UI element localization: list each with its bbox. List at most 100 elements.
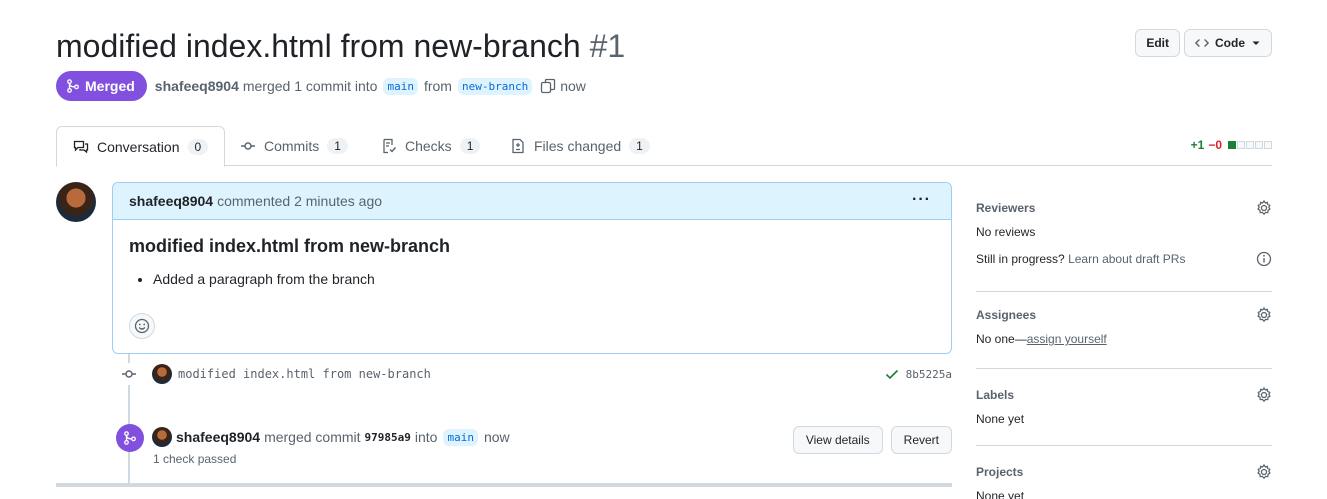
diffstat-blocks: [1228, 141, 1272, 149]
commit-sha[interactable]: 8b5225a: [906, 368, 952, 381]
pr-header: modified index.html from new-branch #1 E…: [56, 26, 1272, 66]
avatar[interactable]: [152, 364, 172, 384]
sidebar-projects: Projects None yet: [976, 446, 1272, 499]
assignees-prefix: No one—: [976, 332, 1027, 346]
comment-meta[interactable]: commented 2 minutes ago: [217, 193, 382, 209]
comment-author[interactable]: shafeeq8904: [129, 193, 213, 209]
checklist-icon: [383, 138, 397, 154]
tab-label: Checks: [405, 138, 452, 154]
merge-sha[interactable]: 97985a9: [365, 431, 411, 444]
kebab-menu-icon[interactable]: ···: [912, 191, 931, 209]
diffstat-deletions: −0: [1208, 138, 1222, 152]
merge-event: shafeeq8904 merged commit 97985a9 into m…: [152, 427, 510, 447]
commit-status: 8b5225a: [884, 366, 952, 382]
meta-action: merged 1 commit into: [242, 78, 378, 94]
sidebar-reviewers: Reviewers No reviews Still in progress? …: [976, 195, 1272, 292]
tab-label: Conversation: [97, 138, 180, 155]
sidebar-section-header: Labels: [976, 382, 1272, 408]
comment-header: shafeeq8904 commented 2 minutes ago: [113, 183, 951, 220]
status-badge: Merged: [56, 71, 147, 101]
code-button[interactable]: Code: [1184, 29, 1272, 57]
meta-time: now: [560, 78, 586, 94]
revert-button[interactable]: Revert: [890, 426, 952, 454]
check-icon[interactable]: [884, 366, 900, 382]
base-branch[interactable]: main: [383, 77, 418, 95]
gear-icon[interactable]: [1256, 200, 1272, 216]
tab-count: 1: [629, 138, 650, 154]
assign-yourself-link[interactable]: assign yourself: [1027, 332, 1107, 346]
timeline-divider: [56, 483, 952, 487]
author-link[interactable]: shafeeq8904: [155, 78, 239, 94]
projects-title: Projects: [976, 465, 1024, 479]
file-diff-icon: [512, 138, 524, 154]
diffstat-additions: +1: [1190, 138, 1205, 152]
diffstat: +1 −0: [1191, 138, 1272, 152]
sidebar-section-header: Assignees: [976, 302, 1272, 328]
gear-icon[interactable]: [1256, 387, 1272, 403]
merge-time: now: [483, 429, 510, 445]
code-button-label: Code: [1215, 36, 1245, 50]
tab-label: Files changed: [534, 138, 622, 154]
assignees-title: Assignees: [976, 308, 1037, 322]
pr-number: #1: [589, 28, 626, 64]
comment-box: shafeeq8904 commented 2 minutes ago ··· …: [112, 182, 952, 354]
sidebar-assignees: Assignees No one—assign yourself: [976, 292, 1272, 369]
pr-title: modified index.html from new-branch #1: [56, 26, 1272, 66]
git-merge-icon: [116, 424, 144, 452]
tab-conversation[interactable]: Conversation 0: [56, 126, 226, 167]
merge-actions: View details Revert: [792, 426, 952, 454]
copy-icon[interactable]: [540, 78, 556, 94]
labels-value: None yet: [976, 412, 1025, 426]
sidebar-section-header: Projects: [976, 459, 1272, 485]
labels-title: Labels: [976, 388, 1015, 402]
meta-from: from: [423, 78, 452, 94]
gear-icon[interactable]: [1256, 307, 1272, 323]
tab-commits[interactable]: Commits 1: [224, 126, 364, 166]
info-icon[interactable]: [1256, 251, 1272, 267]
merge-author[interactable]: shafeeq8904: [176, 429, 260, 445]
smiley-icon: [134, 318, 150, 334]
code-icon: [1195, 39, 1209, 47]
sidebar-section-header: Reviewers: [976, 195, 1272, 221]
header-actions: Edit Code: [1135, 29, 1272, 57]
edit-button[interactable]: Edit: [1135, 29, 1180, 57]
draft-text: Still in progress?: [976, 252, 1065, 266]
reviewers-value: No reviews: [976, 225, 1036, 239]
comment-heading: modified index.html from new-branch: [129, 236, 451, 256]
tab-count: 1: [327, 138, 348, 154]
assignees-value: No one—assign yourself: [976, 332, 1272, 346]
comment-discussion-icon: [73, 140, 89, 153]
pr-tabs: Conversation 0 Commits 1 Checks 1 Files …: [56, 126, 1272, 167]
comment-list: Added a paragraph from the branch: [129, 271, 935, 287]
projects-value: None yet: [976, 489, 1025, 499]
commit-event: modified index.html from new-branch 8b52…: [118, 362, 952, 386]
merge-into: into: [414, 429, 438, 445]
avatar[interactable]: [56, 182, 96, 222]
tab-checks[interactable]: Checks 1: [365, 126, 496, 166]
git-commit-icon: [241, 142, 255, 150]
pr-title-text: modified index.html from new-branch: [56, 28, 581, 64]
view-details-button[interactable]: View details: [792, 426, 883, 454]
checks-status: 1 check passed: [153, 452, 237, 466]
draft-hint: Still in progress? Learn about draft PRs: [976, 251, 1272, 267]
pr-meta: Merged shafeeq8904 merged 1 commit into …: [56, 71, 586, 101]
head-branch[interactable]: new-branch: [457, 77, 533, 95]
commit-message[interactable]: modified index.html from new-branch: [178, 367, 431, 381]
status-label: Merged: [85, 78, 135, 94]
tab-label: Commits: [264, 138, 320, 154]
tab-files-changed[interactable]: Files changed 1: [494, 126, 666, 166]
sidebar-labels: Labels None yet: [976, 369, 1272, 446]
gear-icon[interactable]: [1256, 464, 1272, 480]
list-item: Added a paragraph from the branch: [153, 271, 935, 287]
git-merge-icon: [67, 79, 79, 93]
draft-link[interactable]: Learn about draft PRs: [1068, 252, 1185, 266]
reviewers-title: Reviewers: [976, 201, 1036, 215]
sidebar: Reviewers No reviews Still in progress? …: [976, 195, 1272, 499]
merge-branch[interactable]: main: [443, 428, 478, 446]
tab-count: 1: [459, 138, 481, 154]
git-commit-icon: [118, 363, 140, 385]
avatar[interactable]: [152, 427, 172, 447]
add-reaction-button[interactable]: [129, 313, 155, 339]
tab-count: 0: [187, 138, 209, 155]
chevron-down-icon: [1252, 41, 1260, 45]
